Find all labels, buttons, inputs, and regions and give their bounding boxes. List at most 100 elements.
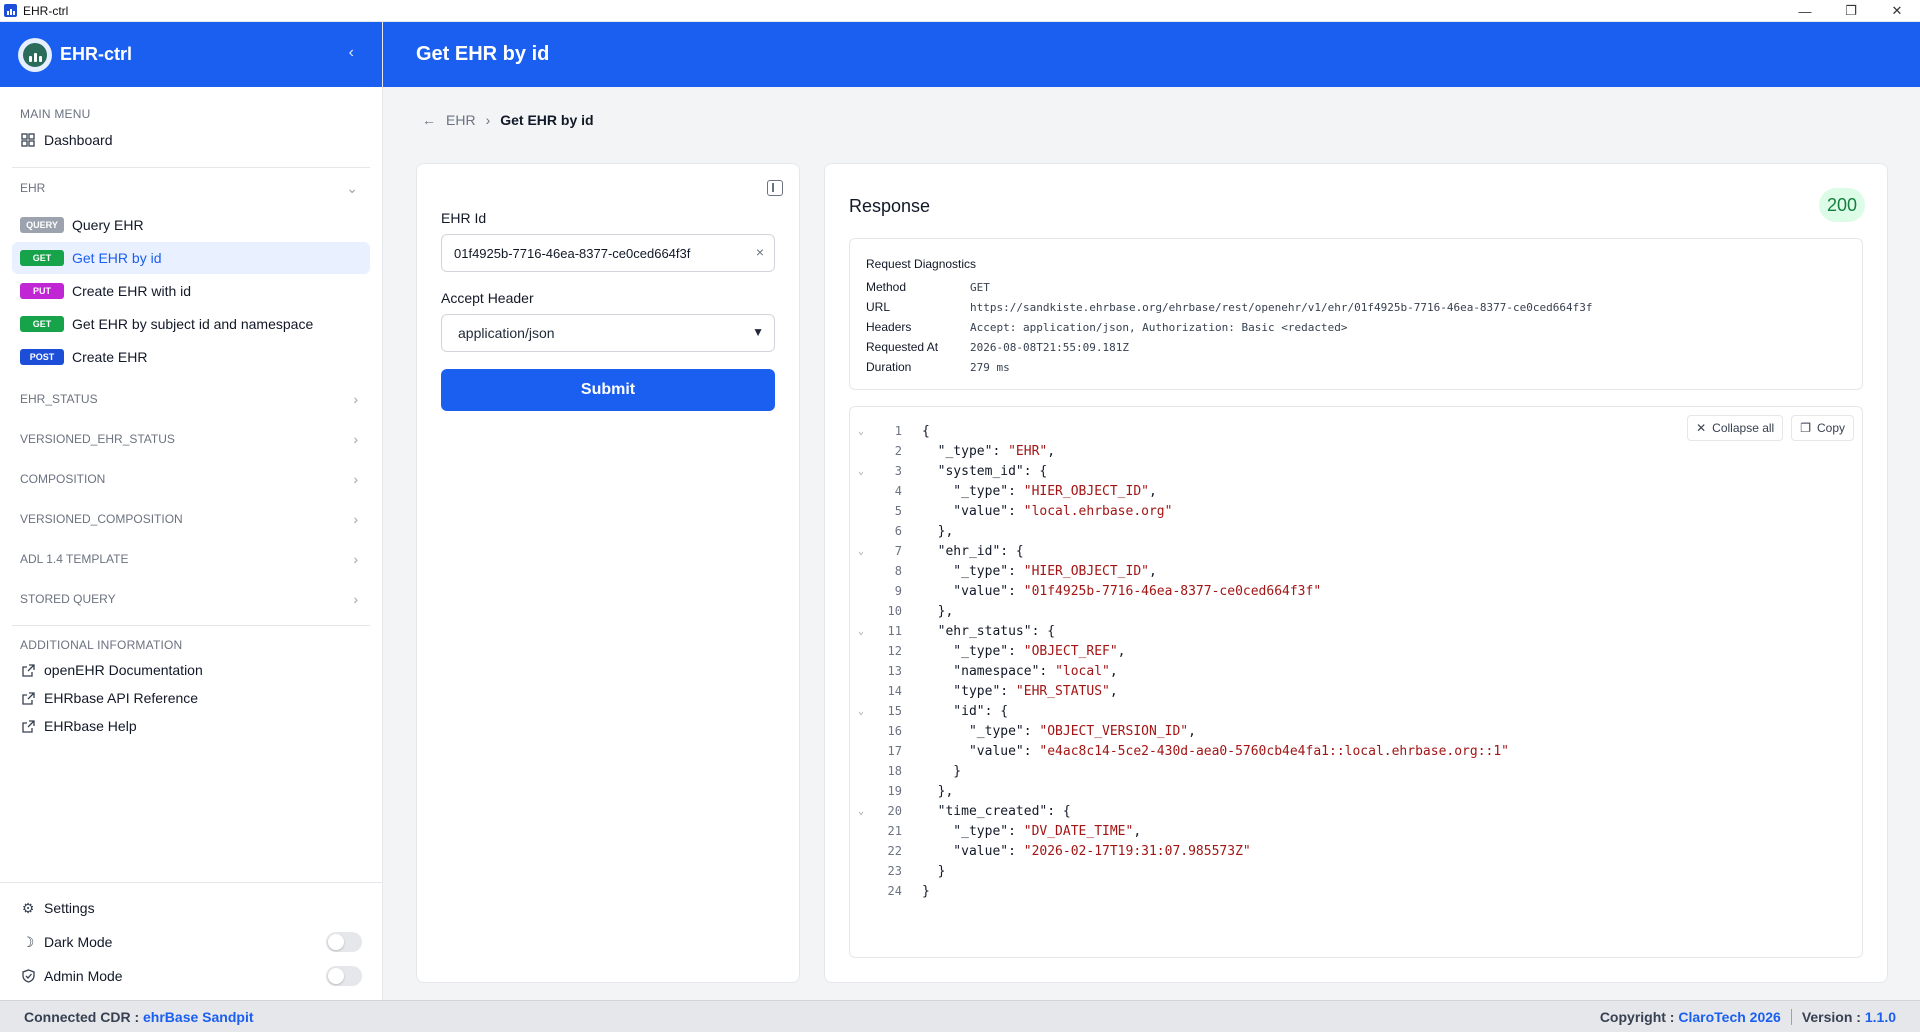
code-token: "_type":: [922, 483, 1024, 499]
sidebar-item-ehr-4[interactable]: POST Create EHR: [12, 341, 370, 373]
line-number: 10: [887, 604, 902, 618]
code-string: "01f4925b-7716-46ea-8377-ce0ced664f3f": [1023, 583, 1322, 599]
sidebar-item-settings[interactable]: ⚙ Settings: [0, 891, 382, 925]
clear-icon[interactable]: ×: [756, 244, 764, 260]
line-number: 1: [894, 424, 902, 438]
line-number: 18: [887, 764, 902, 778]
code-line: 22 "value": "2026-02-17T19:31:07.985573Z…: [850, 841, 1862, 861]
group-5[interactable]: STORED QUERY ›: [0, 579, 382, 619]
code-string: "EHR_STATUS": [1015, 683, 1110, 699]
code-line: 10 },: [850, 601, 1862, 621]
code-text: },: [922, 604, 954, 619]
code-text: }: [922, 864, 946, 879]
sidebar-item-ehr-2[interactable]: PUT Create EHR with id: [12, 275, 370, 307]
code-text: }: [922, 884, 930, 899]
code-token: ,: [1148, 483, 1157, 499]
restore-icon[interactable]: ❐: [1828, 0, 1874, 22]
group-ehr[interactable]: EHR ⌄: [0, 168, 382, 208]
sidebar-header: EHR-ctrl ‹: [0, 22, 382, 87]
sidebar-item-ehr-0[interactable]: QUERY Query EHR: [12, 209, 370, 241]
connected-cdr-link[interactable]: ehrBase Sandpit: [143, 1009, 253, 1025]
diagnostic-value: Accept: application/json, Authorization:…: [970, 320, 1348, 334]
accept-header-value: application/json: [458, 325, 555, 341]
minimize-icon[interactable]: —: [1782, 0, 1828, 22]
code-token: ,: [1133, 823, 1142, 839]
group-3[interactable]: VERSIONED_COMPOSITION ›: [0, 499, 382, 539]
fold-chevron-icon[interactable]: ⌄: [850, 466, 872, 477]
code-token: "id": {: [922, 703, 1009, 719]
sidebar-item-ehr-1[interactable]: GET Get EHR by id: [12, 242, 370, 274]
code-string: "DV_DATE_TIME": [1023, 823, 1134, 839]
moon-icon: ☽: [21, 933, 35, 950]
external-link-1[interactable]: EHRbase API Reference: [0, 684, 382, 712]
shield-icon: [20, 968, 36, 984]
json-viewer: ✕ Collapse all ❐ Copy ⌄ 1 {2 "_type": "EHR…: [849, 406, 1863, 958]
back-arrow-icon[interactable]: ←: [422, 112, 436, 128]
method-badge: POST: [20, 349, 64, 365]
group-1[interactable]: VERSIONED_EHR_STATUS ›: [0, 419, 382, 459]
code-line: 9 "value": "01f4925b-7716-46ea-8377-ce0c…: [850, 581, 1862, 601]
collapse-sidebar-icon[interactable]: ‹: [349, 44, 354, 62]
line-number: 4: [894, 484, 902, 498]
fold-chevron-icon[interactable]: ⌄: [850, 426, 872, 437]
group-0[interactable]: EHR_STATUS ›: [0, 379, 382, 419]
sidebar-item-dashboard[interactable]: Dashboard: [0, 125, 382, 155]
code-string: "EHR": [1008, 443, 1048, 459]
sidebar-item-ehr-3[interactable]: GET Get EHR by subject id and namespace: [12, 308, 370, 340]
fold-chevron-icon[interactable]: ⌄: [850, 626, 872, 637]
settings-label: Settings: [44, 900, 95, 916]
code-text: "value": "01f4925b-7716-46ea-8377-ce0ced…: [922, 584, 1321, 599]
close-icon[interactable]: ✕: [1874, 0, 1920, 22]
copy-label: Copy: [1816, 421, 1845, 435]
diagnostic-key: Headers: [866, 320, 912, 334]
code-line: ⌄ 11 "ehr_status": {: [850, 621, 1862, 641]
group-2[interactable]: COMPOSITION ›: [0, 459, 382, 499]
response-card: Response 200 Request Diagnostics Method G…: [824, 163, 1888, 983]
code-token: "value":: [922, 583, 1024, 599]
external-link-2[interactable]: EHRbase Help: [0, 712, 382, 740]
line-number: 7: [894, 544, 902, 558]
code-line: 12 "_type": "OBJECT_REF",: [850, 641, 1862, 661]
admin-mode-label: Admin Mode: [44, 968, 123, 984]
chevron-down-icon: ⌄: [346, 179, 358, 196]
code-token: "value":: [922, 843, 1024, 859]
fold-chevron-icon[interactable]: ⌄: [850, 706, 872, 717]
code-line: 2 "_type": "EHR",: [850, 441, 1862, 461]
admin-mode-toggle[interactable]: [326, 966, 362, 986]
code-token: "type":: [922, 683, 1016, 699]
method-badge: QUERY: [20, 217, 64, 233]
sidebar-item-label: Get EHR by id: [72, 250, 162, 266]
code-line: ⌄ 7 "ehr_id": {: [850, 541, 1862, 561]
code-string: "OBJECT_REF": [1023, 643, 1118, 659]
code-line: 16 "_type": "OBJECT_VERSION_ID",: [850, 721, 1862, 741]
status-bar: Connected CDR : ehrBase Sandpit Copyrigh…: [0, 1000, 1920, 1032]
copyright-label: Copyright :: [1599, 1008, 1675, 1025]
code-token: "_type":: [922, 643, 1024, 659]
fold-chevron-icon[interactable]: ⌄: [850, 546, 872, 557]
code-token: "_type":: [922, 723, 1040, 739]
fold-chevron-icon[interactable]: ⌄: [850, 806, 872, 817]
copyright-link[interactable]: ClaroTech 2026: [1678, 1009, 1780, 1025]
code-string: "local.ehrbase.org": [1023, 503, 1173, 519]
panel-toggle-icon[interactable]: [767, 180, 783, 196]
submit-button[interactable]: Submit: [441, 369, 775, 411]
code-line: 19 },: [850, 781, 1862, 801]
group-label: VERSIONED_COMPOSITION: [20, 512, 183, 526]
external-link-0[interactable]: openEHR Documentation: [0, 656, 382, 684]
dark-mode-toggle[interactable]: [326, 932, 362, 952]
chevron-right-icon: ›: [353, 591, 358, 607]
collapse-icon: ✕: [1696, 421, 1707, 435]
accept-header-select[interactable]: application/json ▼: [441, 314, 775, 352]
chevron-down-icon: ▼: [752, 325, 764, 339]
copy-button[interactable]: ❐ Copy: [1791, 415, 1854, 441]
sidebar-item-label: Create EHR: [72, 349, 148, 365]
collapse-all-button[interactable]: ✕ Collapse all: [1687, 415, 1784, 441]
link-label: EHRbase Help: [44, 718, 137, 734]
ehr-id-input[interactable]: 01f4925b-7716-46ea-8377-ce0ced664f3f ×: [441, 234, 775, 272]
breadcrumb-parent[interactable]: EHR: [446, 112, 476, 128]
breadcrumb: ← EHR › Get EHR by id: [422, 112, 594, 128]
group-4[interactable]: ADL 1.4 TEMPLATE ›: [0, 539, 382, 579]
code-text: "ehr_status": {: [922, 624, 1055, 639]
diagnostic-row: Duration 279 ms: [866, 357, 1846, 377]
sidebar-item-label: Query EHR: [72, 217, 144, 233]
